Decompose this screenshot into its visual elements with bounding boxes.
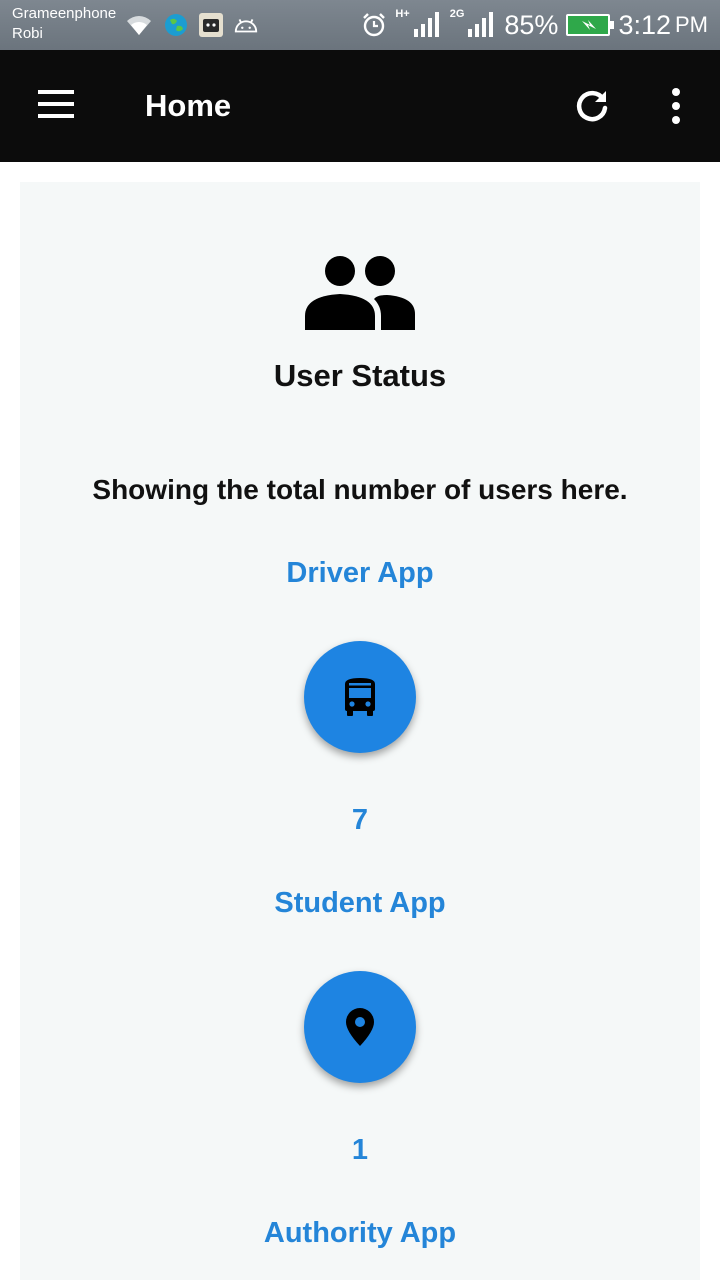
clock-ampm: PM: [675, 12, 708, 37]
wifi-icon: [127, 16, 151, 35]
app-bar: Home: [0, 50, 720, 162]
location-pin-icon: [346, 1008, 374, 1046]
signal-icon: [413, 12, 439, 37]
carrier-info: Grameenphone Robi: [12, 4, 116, 44]
more-vert-icon[interactable]: [664, 86, 688, 126]
page-title: Home: [145, 88, 232, 123]
status-bar: Grameenphone Robi H+ 2G 85% 3:12 PM: [0, 0, 720, 50]
driver-app-label: Driver App: [286, 557, 434, 589]
user-status-card: User Status Showing the total number of …: [20, 182, 700, 1280]
driver-app-count: 7: [351, 804, 369, 836]
student-app-label: Student App: [274, 887, 446, 919]
battery-percent: 85%: [504, 9, 559, 40]
signal-icon-2: [468, 12, 494, 37]
android-icon: [234, 19, 258, 33]
status-description: Showing the total number of users here.: [92, 474, 628, 505]
network-type-1: H+: [395, 8, 410, 20]
authority-app-label: Authority App: [263, 1217, 457, 1249]
driver-app-button[interactable]: [304, 641, 416, 753]
student-app-button[interactable]: [304, 971, 416, 1083]
group-icon: [305, 256, 415, 330]
network-type-2: 2G: [449, 8, 465, 20]
battery-charging-icon: [566, 14, 615, 36]
status-bar-right: H+ 2G 85% 3:12 PM: [361, 8, 708, 42]
globe-app-icon: [165, 14, 187, 36]
menu-icon[interactable]: [38, 90, 74, 120]
status-title: User Status: [273, 358, 447, 393]
bus-icon: [345, 678, 375, 716]
alarm-icon: [363, 13, 386, 37]
cat-app-icon: [199, 13, 223, 37]
bolt-icon: [582, 20, 597, 30]
carrier-name-1: Grameenphone: [12, 5, 117, 22]
carrier-name-2: Robi: [12, 25, 43, 42]
refresh-icon[interactable]: [572, 86, 612, 126]
student-app-count: 1: [351, 1134, 369, 1166]
clock-time: 3:12: [618, 9, 671, 40]
